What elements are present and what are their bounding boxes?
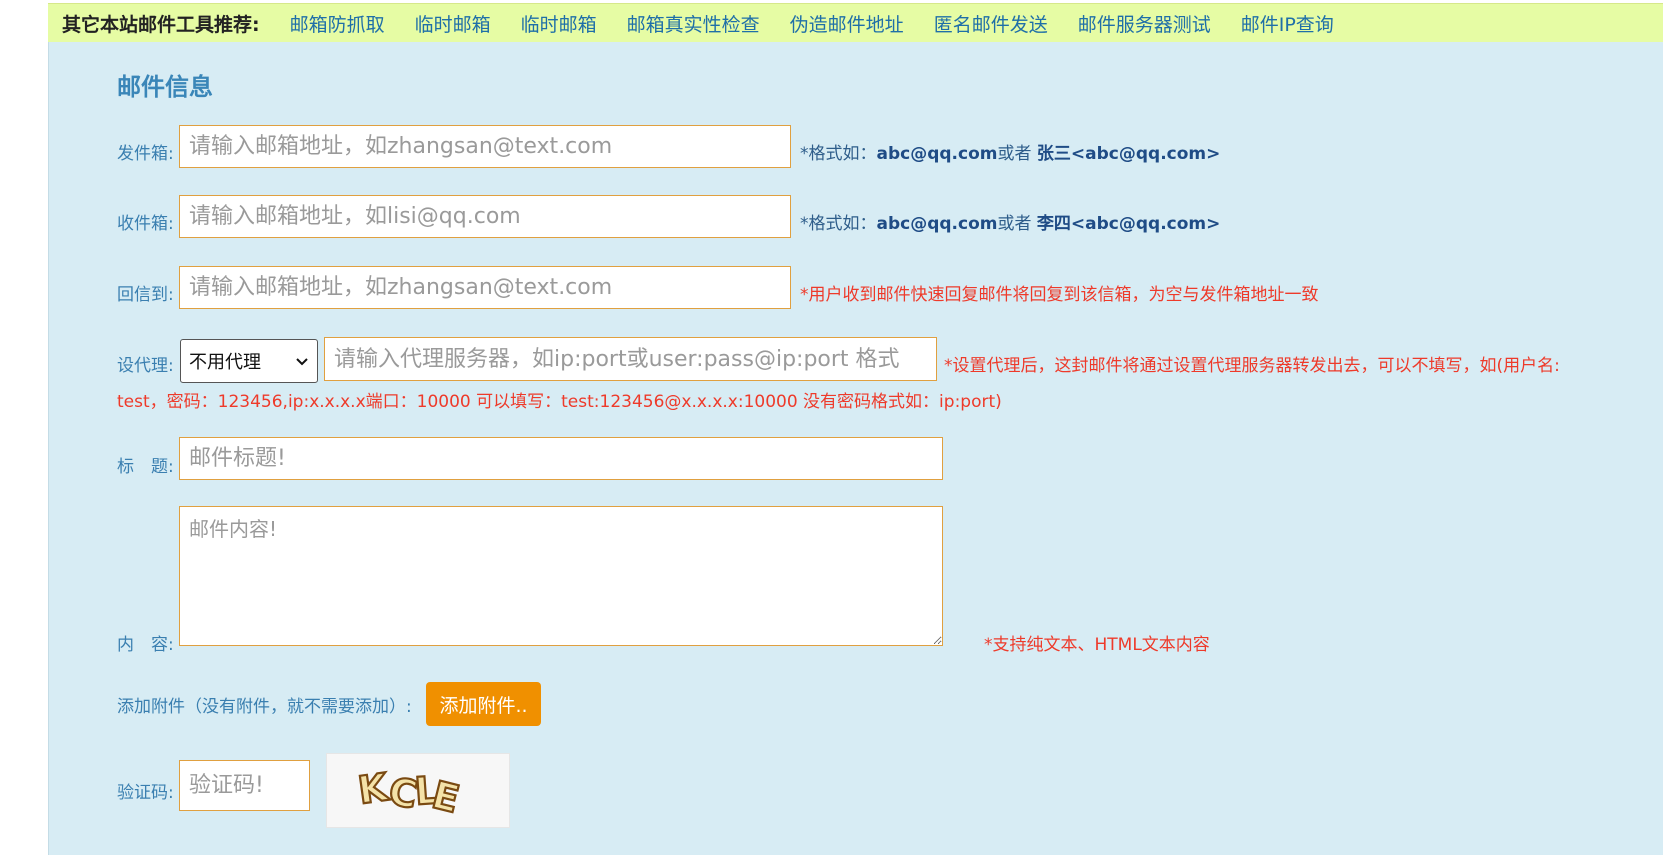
proxy-select[interactable]: 不用代理 [180,339,318,383]
captcha-label: 验证码: [117,783,174,803]
to-hint-example2: 李四<abc@qq.com> [1036,214,1221,234]
from-hint-prefix: *格式如： [800,144,877,164]
nav-link-email-verify[interactable]: 邮箱真实性检查 [627,10,760,37]
nav-link-temp-mailbox-2[interactable]: 临时邮箱 [521,10,597,37]
nav-link-email-anti-crawl[interactable]: 邮箱防抓取 [290,10,385,37]
content-hint: *支持纯文本、HTML文本内容 [984,635,1210,655]
nav-link-temp-mailbox[interactable]: 临时邮箱 [415,10,491,37]
nav-title: 其它本站邮件工具推荐: [62,13,260,36]
reply-to-input[interactable] [179,266,791,309]
from-hint-example2: 张三<abc@qq.com> [1036,144,1221,164]
reply-to-hint: *用户收到邮件快速回复邮件将回复到该信箱，为空与发件箱地址一致 [800,285,1319,305]
from-label: 发件箱: [117,144,174,164]
from-email-input[interactable] [179,125,791,168]
chevron-down-icon [295,351,309,372]
from-hint-or: 或者 [997,144,1037,164]
subject-input[interactable] [179,437,943,480]
to-email-input[interactable] [179,195,791,238]
proxy-select-value: 不用代理 [189,352,261,373]
nav-link-server-test[interactable]: 邮件服务器测试 [1078,10,1211,37]
to-hint-or: 或者 [997,214,1037,234]
nav-link-fake-address[interactable]: 伪造邮件地址 [790,10,904,37]
to-hint-example1: abc@qq.com [876,214,998,234]
subject-label: 标 题: [117,457,174,477]
to-format-hint: *格式如：abc@qq.com或者 李四<abc@qq.com> [800,209,1220,234]
captcha-input[interactable] [179,760,310,811]
from-format-hint: *格式如：abc@qq.com或者 张三<abc@qq.com> [800,139,1220,164]
proxy-label: 设代理: [117,356,174,376]
content-label: 内 容: [117,635,174,655]
captcha-image[interactable]: K C L E [326,753,510,828]
content-textarea[interactable] [179,506,943,646]
add-attachment-button[interactable]: 添加附件.. [426,682,541,726]
nav-link-anonymous-send[interactable]: 匿名邮件发送 [934,10,1048,37]
proxy-hint-line2: test，密码：123456,ip:x.x.x.x端口：10000 可以填写：t… [117,392,1002,412]
captcha-glyphs: K C L E [354,764,464,823]
attachment-label: 添加附件（没有附件，就不需要添加）: [117,697,412,717]
proxy-server-input[interactable] [324,337,937,381]
reply-to-label: 回信到: [117,285,174,305]
page-title: 邮件信息 [117,73,213,101]
proxy-hint-line1: *设置代理后，这封邮件将通过设置代理服务器转发出去，可以不填写，如(用户名: [944,356,1560,376]
to-label: 收件箱: [117,214,174,234]
to-hint-prefix: *格式如： [800,214,877,234]
tools-nav-bar: 其它本站邮件工具推荐: 邮箱防抓取 临时邮箱 临时邮箱 邮箱真实性检查 伪造邮件… [48,3,1663,43]
nav-link-ip-lookup[interactable]: 邮件IP查询 [1241,10,1334,37]
from-hint-example1: abc@qq.com [876,144,998,164]
